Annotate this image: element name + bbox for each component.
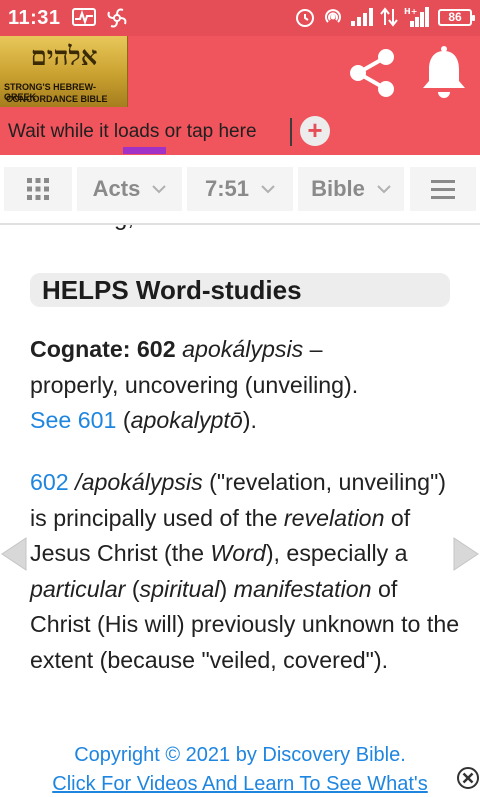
cognate-paragraph: Cognate: 602 apokálypsis – properly, unc… xyxy=(30,332,460,439)
logo-hebrew-text: אלהים xyxy=(30,42,98,72)
book-selector[interactable]: Acts xyxy=(77,167,182,211)
def-spiritual: spiritual xyxy=(139,575,220,602)
navigation-bar: Acts 7:51 Bible xyxy=(0,155,480,225)
status-icons-right: H+ 86 xyxy=(294,6,475,28)
data-arrows-icon xyxy=(380,7,398,27)
definition-paragraph: 602 /apokálypsis ("revelation, unveiling… xyxy=(30,465,460,678)
chevron-down-icon xyxy=(261,185,275,194)
def-word: Word xyxy=(210,540,266,566)
hotspot-icon xyxy=(325,9,341,23)
helps-section-header: HELPS Word-studies xyxy=(30,273,450,307)
cognate-dash: – xyxy=(303,336,323,362)
footer: Copyright © 2021 by Discovery Bible. Cli… xyxy=(0,742,480,797)
grid-menu-button[interactable] xyxy=(4,167,72,211)
def-revelation: revelation xyxy=(283,504,385,531)
previous-verse-arrow-icon[interactable] xyxy=(0,536,28,572)
hamburger-menu-button[interactable] xyxy=(410,167,476,211)
def-text-3: ), especially a xyxy=(265,540,408,566)
hamburger-icon xyxy=(431,180,455,199)
pinwheel-icon xyxy=(107,8,127,28)
greek-word: /apokálypsis xyxy=(68,469,203,495)
chapter-verse-label: 7:51 xyxy=(204,176,250,201)
cognate-definition: properly, uncovering (unveiling). xyxy=(30,371,359,398)
ref-word: apokalyptō xyxy=(130,407,243,433)
cognate-word: apokálypsis xyxy=(182,336,304,362)
svg-text:H+: H+ xyxy=(404,7,417,16)
videos-link[interactable]: Click For Videos And Learn To See What's xyxy=(0,773,480,796)
chapter-verse-selector[interactable]: 7:51 xyxy=(187,167,293,211)
bell-icon[interactable] xyxy=(418,45,470,101)
activity-icon xyxy=(72,8,96,26)
next-verse-arrow-icon[interactable] xyxy=(452,536,480,572)
status-time: 11:31 xyxy=(8,7,61,29)
grid-icon xyxy=(27,178,49,200)
signal-icon xyxy=(351,8,373,26)
signal-icon-2: H+ xyxy=(404,7,429,27)
section-title: HELPS Word-studies xyxy=(42,275,302,305)
paren-close: ). xyxy=(242,407,257,433)
close-icon[interactable] xyxy=(456,766,480,790)
version-selector-label: Bible xyxy=(311,176,365,201)
cognate-label: Cognate: 602 xyxy=(30,336,176,362)
status-icons-left xyxy=(72,7,128,29)
copyright-link[interactable]: Copyright © 2021 by Discovery Bible. xyxy=(0,744,480,767)
app-logo[interactable]: אלהים STRONG'S HEBREW-GREEK CONCORDANCE … xyxy=(0,36,128,107)
def-manifestation: manifestation xyxy=(233,575,372,602)
version-selector[interactable]: Bible xyxy=(298,167,404,211)
header-divider xyxy=(290,118,292,146)
loading-progress-bar xyxy=(123,147,166,154)
loading-link[interactable]: Wait while it loads or tap here xyxy=(8,121,257,143)
app-header: אלהים STRONG'S HEBREW-GREEK CONCORDANCE … xyxy=(0,36,480,155)
def-text-5: ) xyxy=(219,575,234,602)
logo-subtitle-line2: CONCORDANCE BIBLE xyxy=(6,94,108,104)
def-particular: particular xyxy=(30,575,126,602)
chevron-down-icon xyxy=(152,185,167,194)
see-601-link[interactable]: See 601 xyxy=(30,407,116,433)
alarm-icon xyxy=(296,9,314,27)
def-text-4: ( xyxy=(125,575,140,602)
battery-indicator: 86 xyxy=(438,8,475,26)
add-button[interactable]: + xyxy=(300,116,330,146)
book-selector-label: Acts xyxy=(92,176,141,201)
paren-open: ( xyxy=(116,407,131,433)
strongs-602-link[interactable]: 602 xyxy=(30,469,69,495)
share-icon[interactable] xyxy=(344,45,400,101)
status-bar: 11:31 H+ 86 xyxy=(0,0,480,36)
chevron-down-icon xyxy=(377,185,391,194)
